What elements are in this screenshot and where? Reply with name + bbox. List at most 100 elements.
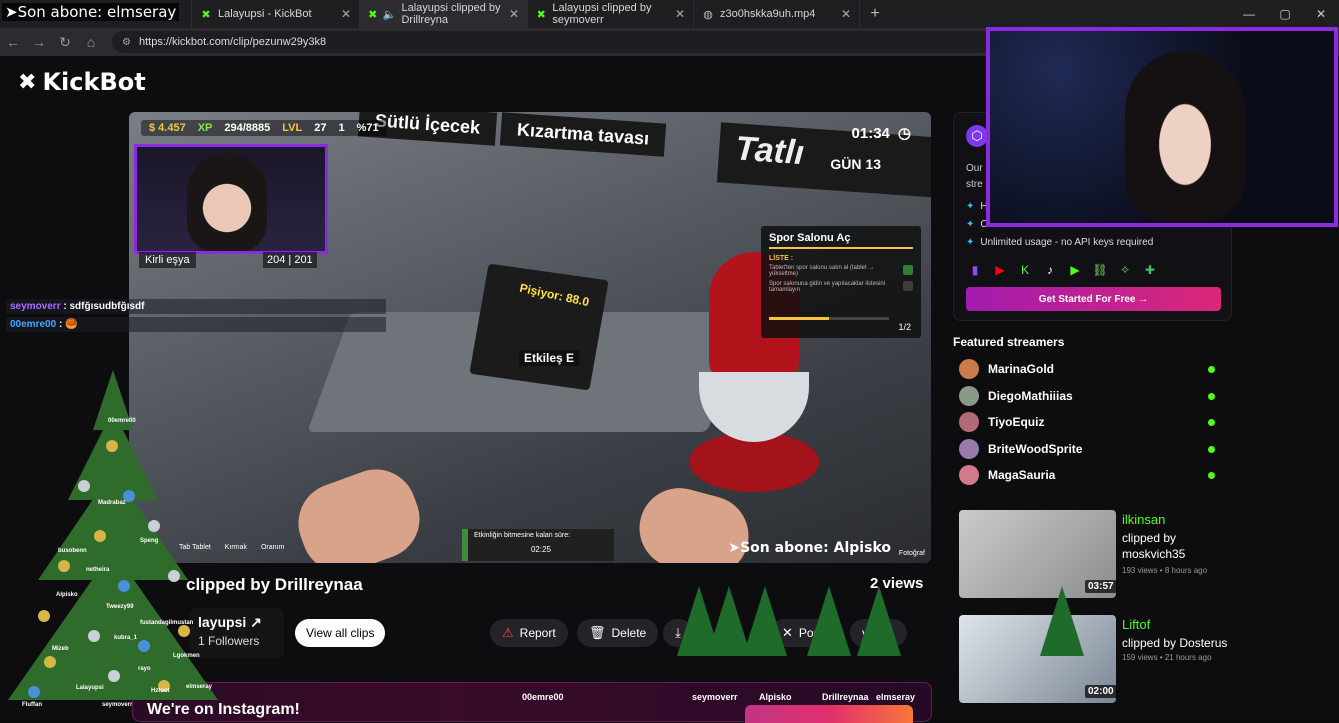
speaker-icon[interactable]: 🔈 <box>383 8 397 21</box>
avatar <box>959 359 979 379</box>
back-arrow-icon[interactable]: ← <box>0 34 26 50</box>
clip-streamer[interactable]: Liftof <box>1122 617 1150 632</box>
event-timer-box: Etkinliğin bitmesine kalan süre: 02:25 <box>462 529 614 561</box>
live-indicator-icon <box>1208 392 1215 400</box>
checkbox-icon <box>903 281 913 291</box>
hud-lvl: 27 <box>314 122 327 134</box>
last-subscriber-overlay: ➤Son abone: elmseray <box>2 3 180 21</box>
tree-name: Alpisko <box>56 592 78 598</box>
tree-name: Speng <box>140 538 159 544</box>
tree-name: busobenn <box>58 548 87 554</box>
item-label: Kirli eşya <box>139 252 196 268</box>
avatar <box>959 386 979 406</box>
maximize-button[interactable]: ▢ <box>1267 0 1303 28</box>
home-icon[interactable]: ⌂ <box>78 34 104 50</box>
site-info-icon[interactable]: ⚙ <box>122 37 131 48</box>
overlay-name: 00emre00 <box>522 692 564 702</box>
tab-label: Lalayupsi clipped by seymoverr <box>552 2 652 26</box>
chat-message: 00emre00 : 🥮 <box>6 317 386 332</box>
tree-name: fustandagilmustan <box>140 620 194 626</box>
live-indicator-icon <box>1208 445 1215 453</box>
clip-meta: 159 views • 21 hours ago <box>1122 653 1212 662</box>
promo-feature: ✦ H <box>966 201 988 212</box>
report-button[interactable]: ⚠ Report <box>490 619 568 647</box>
event-label: Etkinliğin bitmesine kalan süre: <box>474 532 571 539</box>
tree-name: Tweezy99 <box>106 604 134 610</box>
platform-icons: ▮ ▶ K ♪ ▶ ⛓ ✧ ✚ <box>966 261 1159 279</box>
view-all-clips-button[interactable]: View all clips <box>295 619 386 647</box>
new-tab-button[interactable]: + <box>860 5 890 23</box>
get-started-button[interactable]: Get Started For Free → <box>966 287 1221 311</box>
globe-icon: ◍ <box>703 8 713 21</box>
overlay-name: elmseray <box>876 692 916 702</box>
hint: Oranım <box>260 544 285 551</box>
overlay-name: seymoverr <box>692 692 738 702</box>
external-link-icon[interactable]: ↗ <box>250 614 262 630</box>
tree-name: Hztoot <box>151 688 170 694</box>
clip-author: clipped by moskvich35 <box>1122 531 1186 561</box>
game-hand-left <box>287 458 431 563</box>
tree-name: 00emre00 <box>108 418 136 424</box>
task-item: Tablet'ten spor salonu satın al (tablet … <box>769 265 913 277</box>
related-clip-card[interactable]: 03:57 ilkinsan clipped by moskvich35 193… <box>959 510 1229 598</box>
clip-meta: 193 views • 8 hours ago <box>1122 566 1208 575</box>
tab-close-icon[interactable]: ✕ <box>509 7 519 21</box>
tab-clip-seymoverr[interactable]: ✖ Lalayupsi clipped by seymoverr ✕ <box>528 0 694 28</box>
clip-duration: 03:57 <box>1085 580 1117 593</box>
tab-kickbot[interactable]: ✖ Lalayupsi - KickBot ✕ <box>192 0 360 28</box>
task-title: Spor Salonu Aç <box>769 232 913 249</box>
report-label: Report <box>519 626 556 640</box>
tree-name: Fluffan <box>22 702 42 708</box>
avatar <box>959 465 979 485</box>
related-clip-card[interactable]: 02:00 Liftof clipped by Dosterus 159 vie… <box>959 615 1229 703</box>
clip-streamer[interactable]: ilkinsan <box>1122 512 1165 527</box>
christmas-tree-overlay <box>743 586 787 656</box>
twitch-icon: ▮ <box>971 263 979 277</box>
delete-button[interactable]: 🗑 Delete <box>577 619 659 647</box>
clip-author: clipped by Dosterus <box>1122 636 1228 650</box>
featured-streamer-row[interactable]: TiyoEquiz <box>959 411 1219 433</box>
url-text: https://kickbot.com/clip/pezunw29y3k8 <box>138 36 327 48</box>
avatar <box>959 412 979 432</box>
streamer-name: TiyoEquiz <box>988 415 1045 429</box>
featured-streamer-row[interactable]: DiegoMathiiias <box>959 385 1219 407</box>
clip-duration: 02:00 <box>1085 685 1117 698</box>
instagram-banner[interactable]: We're on Instagram! <box>132 682 932 723</box>
url-field[interactable]: ⚙ https://kickbot.com/clip/pezunw29y3k8 <box>112 31 992 53</box>
window-controls: — ▢ ✕ <box>1231 0 1339 28</box>
task-panel: Spor Salonu Aç LİSTE : Tablet'ten spor s… <box>761 226 921 338</box>
tree-name: elmseray <box>186 684 213 690</box>
featured-streamer-row[interactable]: MarinaGold <box>959 358 1219 380</box>
kick-icon: K <box>1020 263 1029 277</box>
checkbox-checked-icon <box>903 265 913 275</box>
tab-close-icon[interactable]: ✕ <box>841 7 851 21</box>
warning-icon: ⚠ <box>502 625 514 640</box>
forward-arrow-icon[interactable]: → <box>26 34 52 50</box>
streamer-webcam-large <box>986 27 1338 227</box>
item-count: 204 | 201 <box>263 252 317 268</box>
tab-mp4[interactable]: ◍ z3o0hskka9uh.mp4 ✕ <box>694 0 860 28</box>
tree-name: seymoverr <box>102 702 133 708</box>
kickbot-logo[interactable]: ✖ KickBot <box>18 68 146 96</box>
tab-close-icon[interactable]: ✕ <box>675 7 685 21</box>
tab-close-icon[interactable]: ✕ <box>341 7 351 21</box>
close-window-button[interactable]: ✕ <box>1303 0 1339 28</box>
task-list-label: LİSTE : <box>769 255 794 262</box>
promo-feature: ✦ C <box>966 219 988 230</box>
reload-icon[interactable]: ↻ <box>52 34 78 51</box>
featured-streamer-row[interactable]: BriteWoodSprite <box>959 438 1219 460</box>
tree-name: kubra_1 <box>114 635 138 641</box>
featured-streamer-row[interactable]: MagaSauria <box>959 464 1219 486</box>
hud-bulbs: 1 <box>338 122 345 134</box>
tree-name: Lgokmen <box>173 653 200 659</box>
delete-label: Delete <box>611 626 647 640</box>
tab-clip-drillreyna[interactable]: ✖ 🔈 Lalayupsi clipped by Drillreyna ✕ <box>360 0 528 28</box>
promo-logo-icon: ⬡ <box>966 125 988 147</box>
promo-feature: ✦ Unlimited usage - no API keys required <box>966 237 1154 248</box>
minimize-button[interactable]: — <box>1231 0 1267 28</box>
clip-video-player[interactable]: Sütlü İçecek Kızartma tavası Tatlı $ 4.4… <box>129 112 931 563</box>
overlay-name: Alpisko <box>759 692 792 702</box>
streamer-name: DiegoMathiiias <box>988 389 1073 403</box>
hint: Kırmak <box>224 544 247 551</box>
instagram-button[interactable] <box>745 705 913 723</box>
